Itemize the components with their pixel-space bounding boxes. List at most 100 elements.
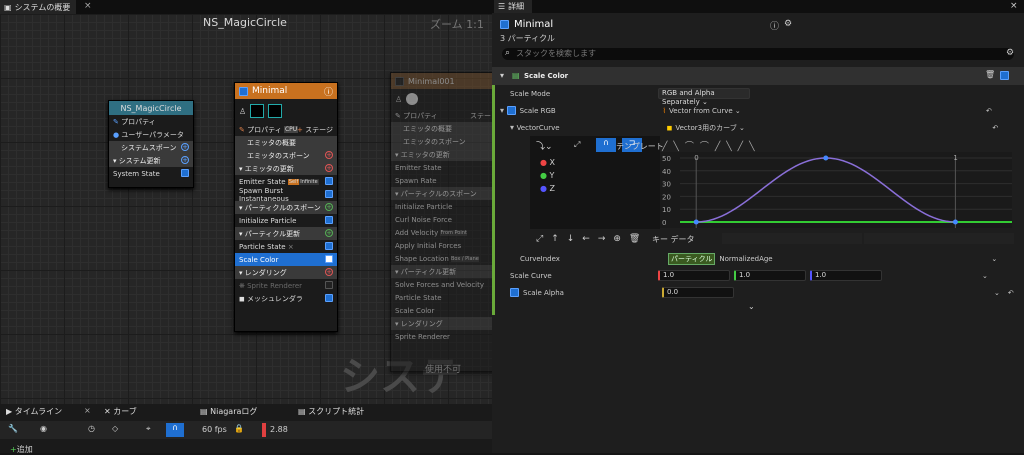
properties-row[interactable]: ✎ プロパティ	[109, 115, 193, 128]
channel-x[interactable]: ● X	[540, 158, 555, 167]
chevron-down-icon[interactable]: ⌄	[991, 255, 997, 263]
search-input[interactable]: スタックを検索します	[502, 48, 1014, 60]
emitter-enable-checkbox[interactable]	[395, 76, 404, 86]
key-data-field[interactable]	[864, 233, 1014, 244]
system-spawn-row[interactable]: システムスポーン +	[109, 141, 193, 154]
row[interactable]: Scale Color	[391, 304, 492, 317]
mesh-renderer-row[interactable]: ◼ メッシュレンダラ	[235, 292, 337, 305]
emitter-update-row[interactable]: ▾ エミッタの更新 +	[235, 162, 337, 175]
diamond-icon[interactable]: ◇	[112, 424, 118, 433]
snap-icon[interactable]: ∩	[596, 138, 616, 152]
scale-rgb-input[interactable]: Vector from Curve ⌄	[666, 107, 986, 115]
row[interactable]: Emitter State	[391, 161, 492, 174]
key-toolbar[interactable]: ⤢↑↓←→⊕🗑	[536, 234, 648, 244]
close-icon[interactable]: ×	[288, 243, 294, 251]
scale-alpha-checkbox[interactable]	[510, 288, 519, 297]
expand-icon[interactable]: ⌄	[748, 302, 755, 311]
curve-chart[interactable]: 50 40 30 20 10 0 0 1	[660, 152, 1012, 228]
tab-curve[interactable]: ✕ カーブ	[104, 406, 137, 417]
scale-color-row[interactable]: Scale Color	[235, 253, 337, 266]
add-icon[interactable]: +	[325, 151, 333, 159]
row[interactable]: ▾ レンダリング	[391, 317, 492, 330]
scale-curve-z[interactable]: 1.0	[810, 270, 882, 281]
add-icon[interactable]: +	[325, 268, 333, 276]
emitter-enable-checkbox[interactable]	[239, 86, 248, 96]
add-track-button[interactable]: +追加	[10, 444, 33, 455]
target-icon[interactable]: ⌖	[146, 424, 151, 434]
particle-state-row[interactable]: Particle State ×	[235, 240, 337, 253]
tab-niagara-log[interactable]: ▤ Niagaraログ	[200, 406, 257, 417]
row[interactable]: エミッタのスポーン	[391, 135, 492, 148]
render-row[interactable]: ▾ レンダリング +	[235, 266, 337, 279]
wrench-icon[interactable]: 🔧	[8, 424, 18, 433]
add-icon[interactable]: +	[325, 164, 333, 172]
fps-select[interactable]: 60 fps	[202, 425, 227, 434]
row[interactable]: Add Velocity From Point	[391, 226, 492, 239]
system-state-row[interactable]: System State	[109, 167, 193, 180]
close-icon[interactable]: ×	[1010, 1, 1018, 11]
tab-timeline[interactable]: ▶ タイムライン	[6, 406, 62, 417]
curve-tool-icon[interactable]: ⤵⌄	[536, 139, 553, 152]
row[interactable]: Solve Forces and Velocity	[391, 278, 492, 291]
node-graph[interactable]: NS_MagicCircle ズーム 1:1 システム 使用不可 NS_Magi…	[0, 14, 492, 404]
clock-icon[interactable]: ◷	[88, 424, 95, 433]
row[interactable]: エミッタの概要	[391, 122, 492, 135]
close-icon[interactable]: ×	[84, 1, 92, 11]
enabled-checkbox[interactable]	[181, 169, 189, 177]
tab-script-stats[interactable]: ▤ スクリプト統計	[298, 406, 364, 417]
curve-template-icons[interactable]: ╱╲⌒⌒╱╲╱╲	[662, 139, 761, 152]
chevron-down-icon[interactable]: ⌄	[734, 289, 1000, 297]
enabled-checkbox[interactable]	[325, 294, 333, 302]
scale-alpha-input[interactable]: 0.0	[662, 287, 734, 298]
minimal-emitter-node[interactable]: Minimal ⓘ ♙ ✎ プロパティ CPU + ステージ エミッタの概要 エミッ…	[234, 82, 338, 332]
row[interactable]: Spawn Rate	[391, 174, 492, 187]
emitter-enable-checkbox[interactable]	[500, 20, 509, 29]
row[interactable]: Shape Location Box / Plane	[391, 252, 492, 265]
row[interactable]: Apply Initial Forces	[391, 239, 492, 252]
minimal001-emitter-node[interactable]: Minimal001 ♙ ✎ プロパティ ステー エミッタの概要 エミッタのスポー…	[390, 72, 492, 372]
system-node[interactable]: NS_MagicCircle ✎ プロパティ ● ユーザーパラメータ システムス…	[108, 100, 194, 188]
properties-row[interactable]: ✎ プロパティ CPU + ステージ	[235, 123, 337, 136]
channel-y[interactable]: ● Y	[540, 171, 554, 180]
enabled-checkbox[interactable]	[325, 242, 333, 250]
add-icon[interactable]: +	[181, 143, 189, 151]
settings-icon[interactable]: ⚙	[1006, 48, 1014, 58]
row[interactable]: ▾ パーティクルのスポーン	[391, 187, 492, 200]
gear-icon[interactable]: ⚙	[784, 19, 792, 29]
playhead[interactable]	[262, 423, 266, 437]
spawn-burst-row[interactable]: Spawn Burst Instantaneous	[235, 187, 337, 203]
particle-update-row[interactable]: ▾ パーティクル更新 +	[235, 227, 337, 240]
add-icon[interactable]: +	[325, 203, 333, 211]
reset-icon[interactable]: ↶	[986, 107, 992, 115]
reset-icon[interactable]: ↶	[992, 124, 998, 132]
enabled-checkbox[interactable]	[325, 255, 333, 263]
add-icon[interactable]: +	[181, 156, 189, 164]
curve-asset-select[interactable]: Vector3用のカーブ ⌄	[672, 123, 992, 133]
system-update-row[interactable]: ▾ システム更新 +	[109, 154, 193, 167]
curve-index-value[interactable]: NormalizedAge	[715, 255, 991, 263]
module-enable-checkbox[interactable]	[1000, 71, 1009, 80]
emitter-spawn-row[interactable]: エミッタのスポーン +	[235, 149, 337, 162]
scale-rgb-checkbox[interactable]	[506, 106, 516, 115]
collapse-icon[interactable]: ▾	[500, 71, 504, 80]
initialize-particle-row[interactable]: Initialize Particle	[235, 214, 337, 227]
row[interactable]: ▾ エミッタの更新	[391, 148, 492, 161]
properties-row[interactable]: ✎ プロパティ ステー	[391, 109, 492, 122]
user-params-row[interactable]: ● ユーザーパラメータ	[109, 128, 193, 141]
scale-mode-select[interactable]: RGB and Alpha Separately ⌄	[658, 88, 750, 106]
reset-icon[interactable]: ↶	[1000, 289, 1014, 297]
sprite-renderer-row[interactable]: ❋ Sprite Renderer	[235, 279, 337, 292]
particle-spawn-row[interactable]: ▾ パーティクルのスポーン +	[235, 201, 337, 214]
magnet-icon[interactable]: ∩	[166, 423, 184, 437]
lock-icon[interactable]: 🔒	[234, 424, 244, 433]
tab-system-overview[interactable]: ▣ システムの概要	[0, 0, 77, 14]
enabled-checkbox[interactable]	[325, 190, 333, 198]
scale-curve-x[interactable]: 1.0	[658, 270, 730, 281]
row[interactable]: Sprite Renderer	[391, 330, 492, 343]
scale-color-section[interactable]: ▾ ▤ Scale Color 🗑	[492, 67, 1024, 85]
enabled-checkbox[interactable]	[325, 177, 333, 185]
row[interactable]: Curl Noise Force	[391, 213, 492, 226]
eye-icon[interactable]: ◉	[40, 424, 47, 433]
row[interactable]: Particle State	[391, 291, 492, 304]
info-icon[interactable]: ⓘ	[324, 85, 333, 98]
